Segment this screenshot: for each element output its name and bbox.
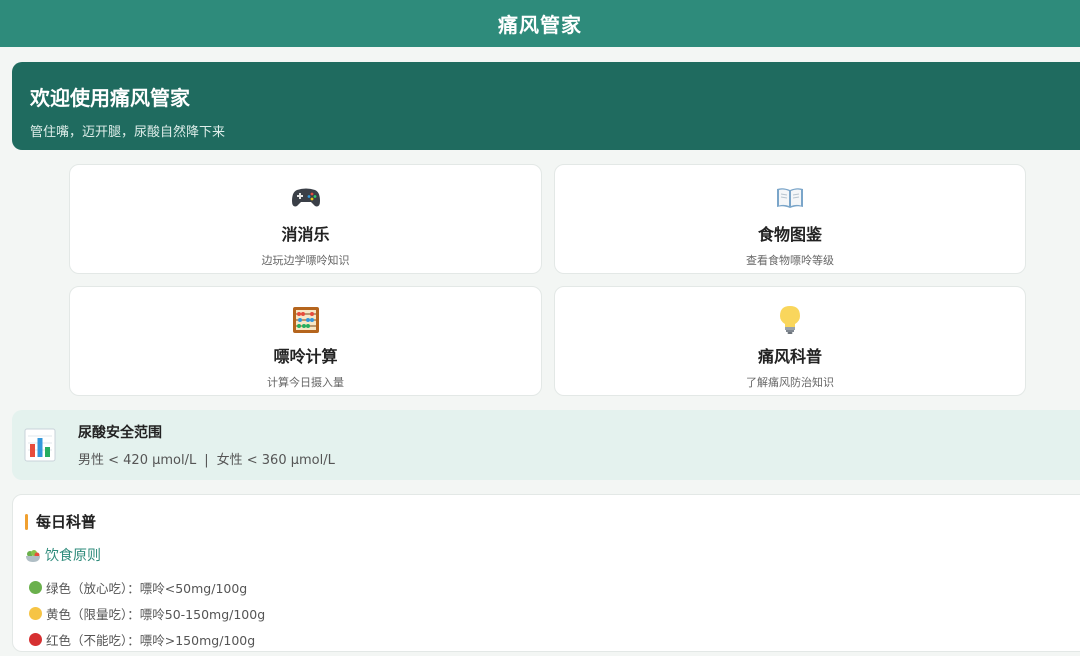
- abacus-icon: [291, 305, 321, 335]
- feature-title: 消消乐: [281, 225, 330, 244]
- range-values: 男性 < 420 μmol/L | 女性 < 360 μmol/L: [78, 449, 335, 468]
- daily-knowledge-panel: 每日科普 饮食原则 绿色（放心吃）：嘌呤<50mg/100g 黄色（限量吃）：嘌…: [12, 494, 1080, 652]
- uric-acid-range-panel: 尿酸安全范围 男性 < 420 μmol/L | 女性 < 360 μmol/L: [12, 410, 1080, 480]
- welcome-subtitle: 管住嘴，迈开腿，尿酸自然降下来: [30, 125, 226, 140]
- feature-title: 食物图鉴: [757, 225, 822, 244]
- bar-chart-icon: [24, 428, 56, 462]
- rule-text: 红色（不能吃）：嘌呤>150mg/100g: [46, 632, 256, 648]
- feature-card-match-game[interactable]: 消消乐 边玩边学嘌呤知识: [69, 164, 542, 274]
- feature-card-gout-knowledge[interactable]: 痛风科普 了解痛风防治知识: [554, 286, 1026, 396]
- list-item: 黄色（限量吃）：嘌呤50-150mg/100g: [25, 600, 1079, 626]
- purine-rules-list: 绿色（放心吃）：嘌呤<50mg/100g 黄色（限量吃）：嘌呤50-150mg/…: [25, 574, 1079, 652]
- feature-desc: 查看食物嘌呤等级: [746, 254, 834, 267]
- app-title: 痛风管家: [498, 13, 582, 37]
- app-header: 痛风管家: [0, 0, 1080, 47]
- gamepad-icon: [291, 183, 321, 213]
- yellow-dot-icon: [29, 606, 42, 620]
- welcome-title: 欢迎使用痛风管家: [30, 86, 190, 110]
- range-separator: |: [204, 453, 209, 468]
- feature-desc: 了解痛风防治知识: [746, 376, 834, 389]
- rule-text: 绿色（放心吃）：嘌呤<50mg/100g: [46, 580, 248, 596]
- range-title: 尿酸安全范围: [78, 425, 162, 441]
- salad-bowl-icon: [25, 548, 41, 562]
- list-item: 绿色（放心吃）：嘌呤<50mg/100g: [25, 574, 1079, 600]
- red-dot-icon: [29, 632, 42, 646]
- lightbulb-icon: [775, 305, 805, 335]
- feature-desc: 计算今日摄入量: [267, 376, 344, 389]
- feature-grid: 消消乐 边玩边学嘌呤知识 食物图鉴 查看食物嘌呤等级 嘌呤计算 计算今日摄入量 …: [69, 164, 1026, 396]
- diet-principle: 饮食原则: [25, 545, 1079, 565]
- feature-card-food-guide[interactable]: 食物图鉴 查看食物嘌呤等级: [554, 164, 1026, 274]
- daily-header: 每日科普: [25, 511, 1079, 532]
- rule-text: 黄色（限量吃）：嘌呤50-150mg/100g: [46, 606, 266, 622]
- female-range: 女性 < 360 μmol/L: [216, 453, 335, 468]
- daily-title: 每日科普: [36, 513, 97, 531]
- feature-title: 痛风科普: [757, 347, 822, 366]
- welcome-banner: 欢迎使用痛风管家 管住嘴，迈开腿，尿酸自然降下来: [12, 62, 1080, 150]
- feature-title: 嘌呤计算: [273, 347, 338, 366]
- list-item: 红色（不能吃）：嘌呤>150mg/100g: [25, 626, 1079, 652]
- green-dot-icon: [29, 580, 42, 594]
- book-icon: [775, 183, 805, 213]
- male-range: 男性 < 420 μmol/L: [78, 453, 197, 468]
- feature-card-purine-calculator[interactable]: 嘌呤计算 计算今日摄入量: [69, 286, 542, 396]
- feature-desc: 边玩边学嘌呤知识: [261, 254, 350, 267]
- principle-label: 饮食原则: [45, 548, 101, 564]
- accent-bar: [25, 513, 28, 530]
